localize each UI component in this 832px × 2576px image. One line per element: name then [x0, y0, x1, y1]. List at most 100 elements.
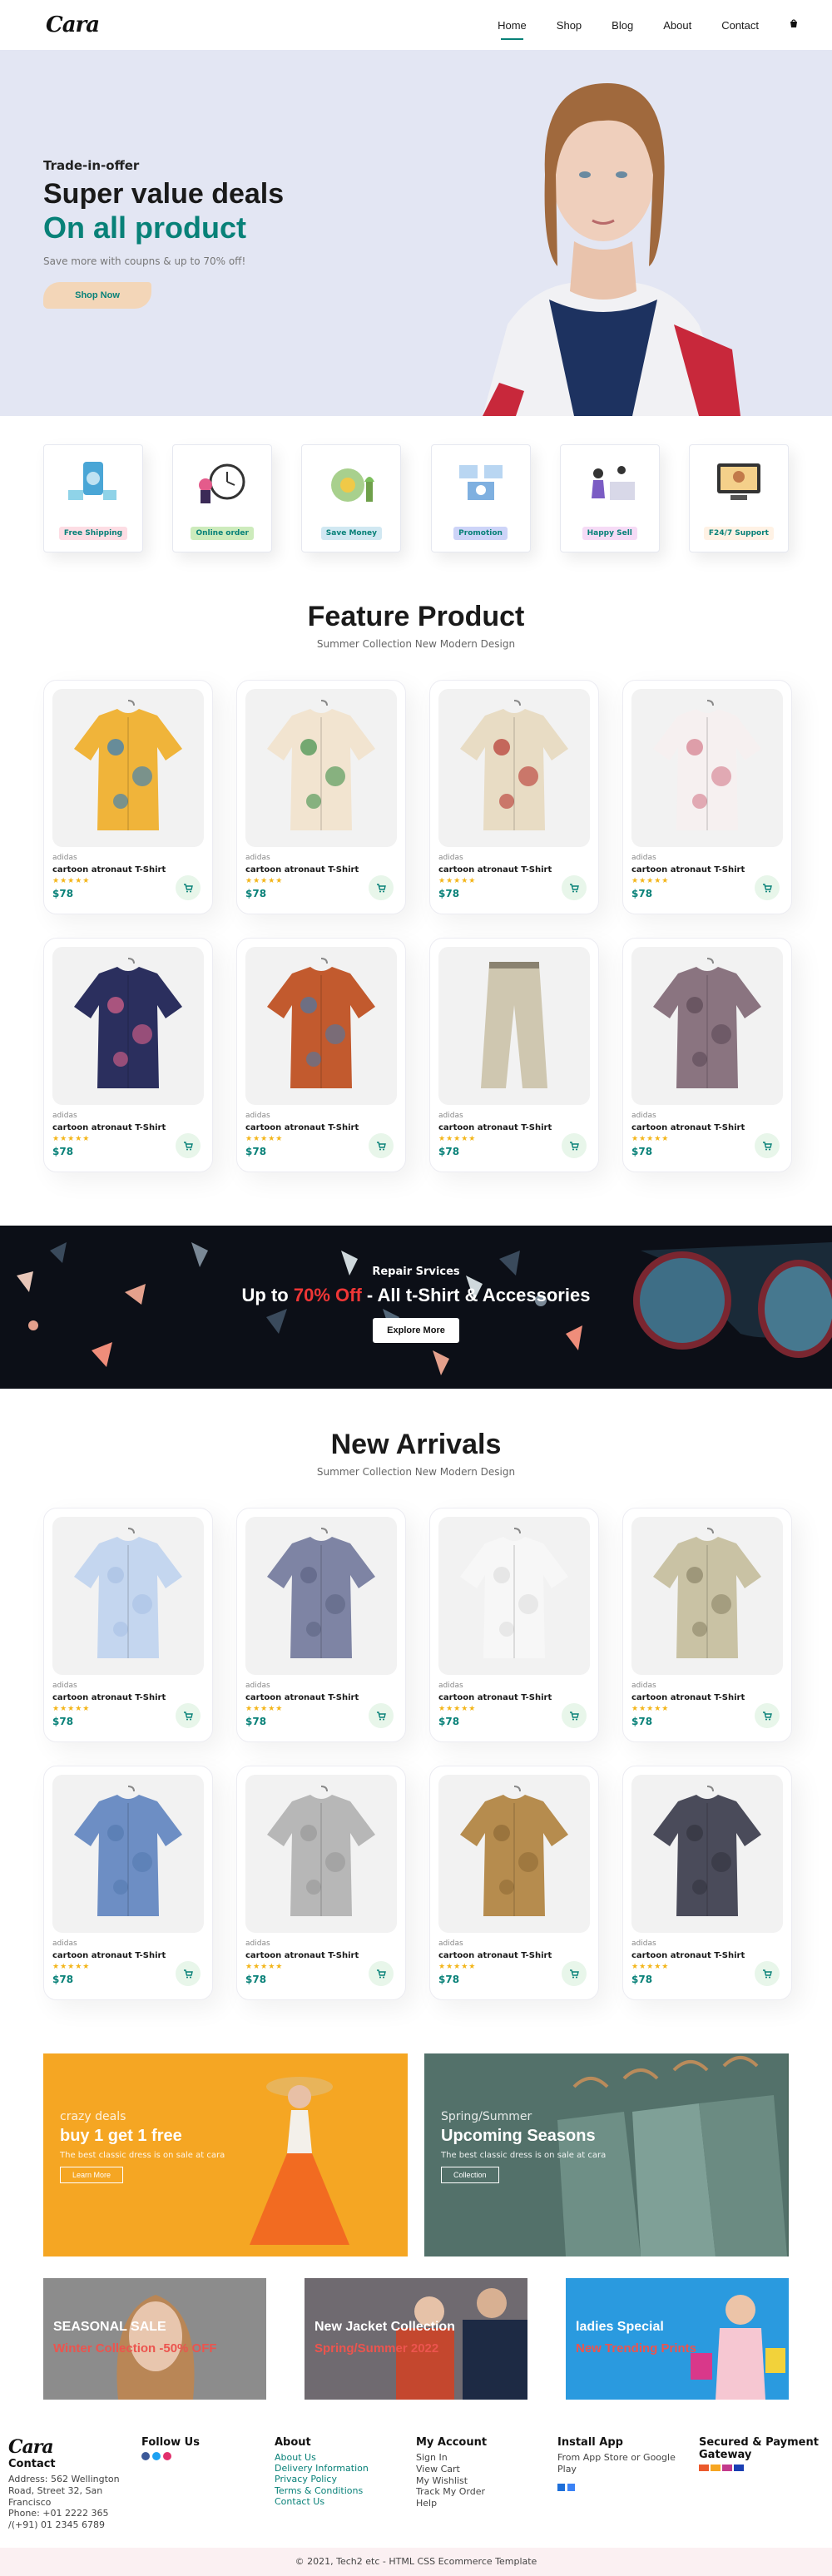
- footer-link-about-us[interactable]: About Us: [275, 2452, 408, 2463]
- product-image[interactable]: [52, 1517, 204, 1675]
- footer-link-terms[interactable]: Terms & Conditions: [275, 2485, 408, 2496]
- product-image[interactable]: [438, 1517, 590, 1675]
- product-brand: adidas: [438, 854, 463, 862]
- product-image[interactable]: [52, 689, 204, 847]
- trio-title-2: New Jacket Collection: [314, 2320, 455, 2334]
- product-card[interactable]: adidas cartoon atronaut T-Shirt ★★★★★ $7…: [429, 938, 599, 1172]
- logo[interactable]: Cara: [46, 12, 100, 37]
- product-image[interactable]: [631, 947, 783, 1105]
- footer-link-signin[interactable]: Sign In: [416, 2452, 549, 2464]
- product-name: cartoon atronaut T-Shirt: [245, 1123, 359, 1132]
- product-card[interactable]: adidas cartoon atronaut T-Shirt ★★★★★ $7…: [43, 1508, 213, 1742]
- footer-about-title: About: [275, 2436, 311, 2449]
- learn-more-button[interactable]: Learn More: [60, 2167, 124, 2183]
- collection-button[interactable]: Collection: [441, 2167, 499, 2183]
- product-image[interactable]: [245, 1517, 397, 1675]
- shopping-bag-icon[interactable]: [789, 18, 799, 32]
- product-card[interactable]: adidas cartoon atronaut T-Shirt ★★★★★ $7…: [236, 680, 406, 914]
- features-row: Free Shipping Online order Save Money Pr…: [0, 444, 832, 552]
- add-to-cart-icon[interactable]: [755, 1703, 780, 1728]
- nav-shop[interactable]: Shop: [557, 12, 582, 38]
- add-to-cart-icon[interactable]: [369, 1133, 394, 1158]
- add-to-cart-icon[interactable]: [176, 1703, 201, 1728]
- product-name: cartoon atronaut T-Shirt: [438, 1951, 552, 1960]
- product-card[interactable]: adidas cartoon atronaut T-Shirt ★★★★★ $7…: [43, 680, 213, 914]
- product-image[interactable]: [631, 1517, 783, 1675]
- add-to-cart-icon[interactable]: [755, 1961, 780, 1986]
- hero-section: Trade-in-offer Super value deals On all …: [0, 50, 832, 416]
- shop-now-button[interactable]: Shop Now: [43, 282, 151, 309]
- product-image[interactable]: [245, 1775, 397, 1933]
- product-image[interactable]: [245, 689, 397, 847]
- add-to-cart-icon[interactable]: [562, 1961, 587, 1986]
- facebook-icon[interactable]: [141, 2452, 150, 2460]
- footer-account-title: My Account: [416, 2436, 488, 2449]
- product-image[interactable]: [438, 689, 590, 847]
- footer-link-wishlist[interactable]: My Wishlist: [416, 2475, 549, 2487]
- nav-blog[interactable]: Blog: [612, 12, 633, 38]
- product-image[interactable]: [438, 1775, 590, 1933]
- footer-link-delivery[interactable]: Delivery Information: [275, 2463, 408, 2474]
- visa-icon: [734, 2465, 744, 2471]
- twitter-icon[interactable]: [152, 2452, 161, 2460]
- add-to-cart-icon[interactable]: [755, 875, 780, 900]
- product-card[interactable]: adidas cartoon atronaut T-Shirt ★★★★★ $7…: [429, 1508, 599, 1742]
- instagram-icon[interactable]: [163, 2452, 171, 2460]
- product-card[interactable]: adidas cartoon atronaut T-Shirt ★★★★★ $7…: [429, 1766, 599, 2000]
- footer-follow-col: Follow Us: [141, 2436, 266, 2531]
- model-portrait-image: [116, 2295, 195, 2400]
- promo-highlight: 70% Off: [293, 1285, 362, 1305]
- product-image[interactable]: [631, 689, 783, 847]
- product-card[interactable]: adidas cartoon atronaut T-Shirt ★★★★★ $7…: [43, 938, 213, 1172]
- nav-home[interactable]: Home: [498, 12, 527, 40]
- add-to-cart-icon[interactable]: [176, 875, 201, 900]
- add-to-cart-icon[interactable]: [369, 875, 394, 900]
- banner-ladies-special: ladies Special New Trending Prints: [566, 2278, 789, 2400]
- add-to-cart-icon[interactable]: [176, 1961, 201, 1986]
- product-brand: adidas: [245, 1939, 270, 1948]
- add-to-cart-icon[interactable]: [562, 1703, 587, 1728]
- product-card[interactable]: adidas cartoon atronaut T-Shirt ★★★★★ $7…: [236, 1766, 406, 2000]
- banner-right-text: The best classic dress is on sale at car…: [441, 2151, 607, 2160]
- hero-highlight: On all product: [43, 211, 247, 245]
- arrivals-subtitle: Summer Collection New Modern Design: [316, 1466, 516, 1478]
- promo-tag: Repair Srvices: [372, 1266, 460, 1278]
- banner-jacket-collection: New Jacket Collection Spring/Summer 2022: [305, 2278, 527, 2400]
- product-card[interactable]: adidas cartoon atronaut T-Shirt ★★★★★ $7…: [236, 938, 406, 1172]
- footer-link-contact[interactable]: Contact Us: [275, 2496, 408, 2507]
- nav-about[interactable]: About: [663, 12, 691, 38]
- hero-title: Super value deals: [43, 178, 285, 210]
- google-play-icon[interactable]: [567, 2483, 575, 2491]
- featured-title: Feature Product: [307, 601, 525, 632]
- product-image[interactable]: [52, 1775, 204, 1933]
- product-image[interactable]: [631, 1775, 783, 1933]
- explore-more-button[interactable]: Explore More: [373, 1318, 459, 1343]
- footer-link-track[interactable]: Track My Order: [416, 2486, 549, 2498]
- product-card[interactable]: adidas cartoon atronaut T-Shirt ★★★★★ $7…: [622, 938, 792, 1172]
- product-card[interactable]: adidas cartoon atronaut T-Shirt ★★★★★ $7…: [622, 1766, 792, 2000]
- add-to-cart-icon[interactable]: [562, 1133, 587, 1158]
- nav-contact[interactable]: Contact: [721, 12, 759, 38]
- product-image[interactable]: [52, 947, 204, 1105]
- footer-payment-col: Secured & Payment Gateway: [699, 2436, 824, 2531]
- product-card[interactable]: adidas cartoon atronaut T-Shirt ★★★★★ $7…: [43, 1766, 213, 2000]
- add-to-cart-icon[interactable]: [562, 875, 587, 900]
- footer-link-cart[interactable]: View Cart: [416, 2464, 549, 2475]
- feature-label: Happy Sell: [582, 527, 637, 540]
- footer-link-privacy[interactable]: Privacy Policy: [275, 2474, 408, 2484]
- product-image[interactable]: [245, 947, 397, 1105]
- footer-link-help[interactable]: Help: [416, 2498, 549, 2509]
- app-store-icon[interactable]: [557, 2483, 565, 2491]
- add-to-cart-icon[interactable]: [755, 1133, 780, 1158]
- product-card[interactable]: adidas cartoon atronaut T-Shirt ★★★★★ $7…: [236, 1508, 406, 1742]
- product-card[interactable]: adidas cartoon atronaut T-Shirt ★★★★★ $7…: [429, 680, 599, 914]
- product-image[interactable]: [438, 947, 590, 1105]
- product-card[interactable]: adidas cartoon atronaut T-Shirt ★★★★★ $7…: [622, 680, 792, 914]
- banner-crazy-deals: crazy deals buy 1 get 1 free The best cl…: [43, 2053, 408, 2256]
- footer-logo[interactable]: Cara: [8, 2436, 133, 2458]
- add-to-cart-icon[interactable]: [369, 1961, 394, 1986]
- product-card[interactable]: adidas cartoon atronaut T-Shirt ★★★★★ $7…: [622, 1508, 792, 1742]
- add-to-cart-icon[interactable]: [369, 1703, 394, 1728]
- add-to-cart-icon[interactable]: [176, 1133, 201, 1158]
- trio-banners: SEASONAL SALE Winter Collection -50% OFF…: [0, 2278, 832, 2400]
